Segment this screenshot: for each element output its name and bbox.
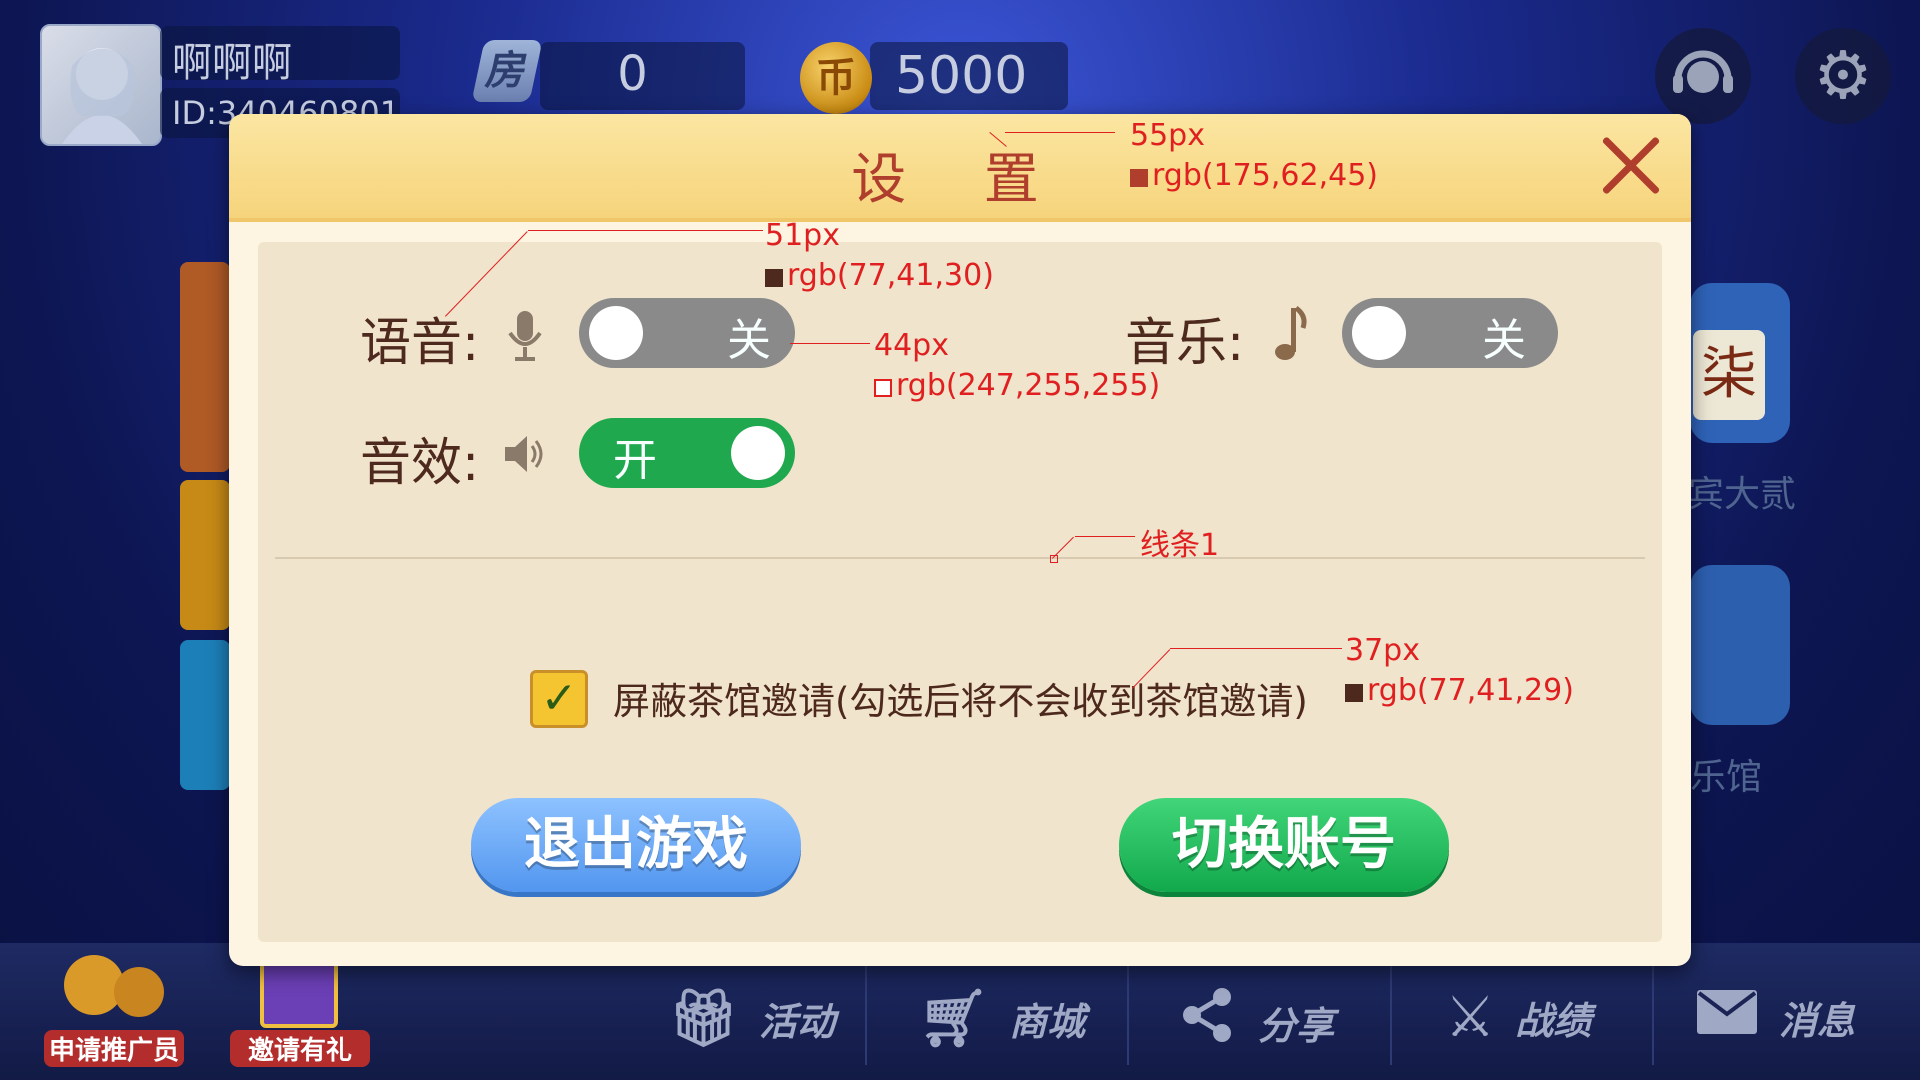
block-invite-checkbox[interactable]: ✓: [530, 670, 588, 728]
bottom-item-records[interactable]: ⚔ 战绩: [1445, 985, 1591, 1050]
voice-toggle[interactable]: 关: [579, 298, 795, 368]
color-swatch: [1130, 169, 1148, 187]
block-invite-text: 屏蔽茶馆邀请(勾选后将不会收到茶馆邀请): [613, 680, 1308, 723]
gift-box-icon: [260, 960, 338, 1028]
divider-line: [275, 557, 1645, 559]
mahjong-tile: 柒: [1693, 330, 1765, 420]
voice-toggle-text: 关: [727, 315, 771, 366]
bottom-separator: [1652, 965, 1654, 1065]
bottom-item-label: 商城: [1009, 999, 1086, 1044]
bottom-item-messages[interactable]: 消息: [1695, 985, 1855, 1050]
annotation-line: [528, 230, 763, 231]
music-toggle[interactable]: 关: [1342, 298, 1558, 368]
gear-icon[interactable]: ⚙: [1795, 28, 1891, 124]
sfx-toggle-text: 开: [613, 435, 657, 486]
color-swatch: [1345, 684, 1363, 702]
right-card-label: 宾大贰: [1688, 474, 1797, 515]
annotation-line: [1170, 648, 1342, 649]
gift-icon: 🎁︎: [668, 986, 740, 1051]
left-card-blue: [180, 640, 230, 790]
switch-account-button[interactable]: 切换账号: [1119, 798, 1449, 892]
music-note-icon: [1273, 304, 1309, 368]
cart-icon: 🛒︎: [918, 986, 990, 1051]
crossed-swords-icon: ⚔: [1445, 985, 1496, 1050]
headset-icon[interactable]: [1655, 28, 1751, 124]
bottom-item-share[interactable]: 分享: [1178, 985, 1334, 1059]
toggle-knob: [1352, 306, 1406, 360]
sfx-label: 音效:: [360, 434, 480, 493]
close-icon[interactable]: [1599, 134, 1663, 198]
bottom-item-label: 消息: [1779, 999, 1856, 1043]
settings-dialog: 设 置 语音: 关 音乐: 关 音效: 开 ✓ 屏蔽茶馆邀请(勾选后将不会收到茶…: [229, 114, 1691, 966]
room-card-count: 0: [617, 46, 648, 102]
annotation-title-color-text: rgb(175,62,45): [1152, 158, 1378, 193]
right-card2-label: 乐馆: [1690, 757, 1763, 798]
player-name: 啊啊啊: [172, 40, 292, 86]
speaker-icon: [501, 432, 545, 480]
bottom-item-activity[interactable]: 🎁︎ 活动: [668, 985, 835, 1051]
exit-game-button[interactable]: 退出游戏: [471, 798, 801, 892]
music-label: 音乐:: [1125, 314, 1245, 373]
annotation-toggle-size: 44px: [874, 328, 949, 363]
coin-count: 5000: [895, 46, 1028, 106]
annotation-toggle-color-text: rgb(247,255,255): [896, 368, 1161, 403]
bottom-item-label: 战绩: [1515, 999, 1592, 1043]
toggle-knob: [589, 306, 643, 360]
bottom-separator: [1127, 965, 1129, 1065]
coin-icon: 币: [800, 42, 872, 114]
annotation-line: [790, 343, 870, 344]
annotation-divider-name: 线条1: [1140, 528, 1220, 563]
share-icon: [1178, 985, 1238, 1059]
annotation-check-color: rgb(77,41,29): [1345, 673, 1574, 708]
left-card-orange: [180, 262, 230, 472]
dialog-title: 设 置: [851, 147, 1069, 211]
annotation-anchor: [1050, 555, 1058, 563]
room-card-icon: 房: [471, 40, 543, 102]
annotation-label-size: 51px: [765, 218, 840, 253]
bottom-separator: [1390, 965, 1392, 1065]
color-swatch: [765, 269, 783, 287]
bottom-item-label: 活动: [759, 999, 836, 1044]
sfx-toggle[interactable]: 开: [579, 418, 795, 488]
invite-gift-button[interactable]: 邀请有礼: [230, 955, 370, 1067]
annotation-check-color-text: rgb(77,41,29): [1367, 673, 1574, 708]
color-swatch: [874, 379, 892, 397]
mail-icon: [1695, 985, 1759, 1050]
annotation-toggle-color: rgb(247,255,255): [874, 368, 1160, 403]
annotation-title-size: 55px: [1130, 118, 1205, 153]
player-avatar[interactable]: [40, 24, 162, 146]
annotation-label-color-text: rgb(77,41,30): [787, 258, 994, 293]
left-card-yellow: [180, 480, 230, 630]
bottom-item-label: 分享: [1258, 1003, 1335, 1048]
invite-label: 邀请有礼: [230, 1030, 370, 1067]
annotation-title-color: rgb(175,62,45): [1130, 158, 1378, 193]
annotation-check-size: 37px: [1345, 633, 1420, 668]
bottom-separator: [865, 965, 867, 1065]
right-card-club[interactable]: [1690, 565, 1790, 725]
promoter-face2-icon: [114, 967, 164, 1017]
voice-label: 语音:: [360, 314, 480, 373]
music-toggle-text: 关: [1482, 315, 1526, 366]
promoter-button[interactable]: 申请推广员: [44, 955, 184, 1067]
annotation-label-color: rgb(77,41,30): [765, 258, 994, 293]
annotation-line: [1005, 132, 1115, 133]
microphone-icon: [505, 309, 545, 369]
toggle-knob: [731, 426, 785, 480]
bottom-item-shop[interactable]: 🛒︎ 商城: [918, 985, 1085, 1051]
promoter-label: 申请推广员: [44, 1030, 184, 1067]
annotation-line: [1075, 536, 1135, 537]
